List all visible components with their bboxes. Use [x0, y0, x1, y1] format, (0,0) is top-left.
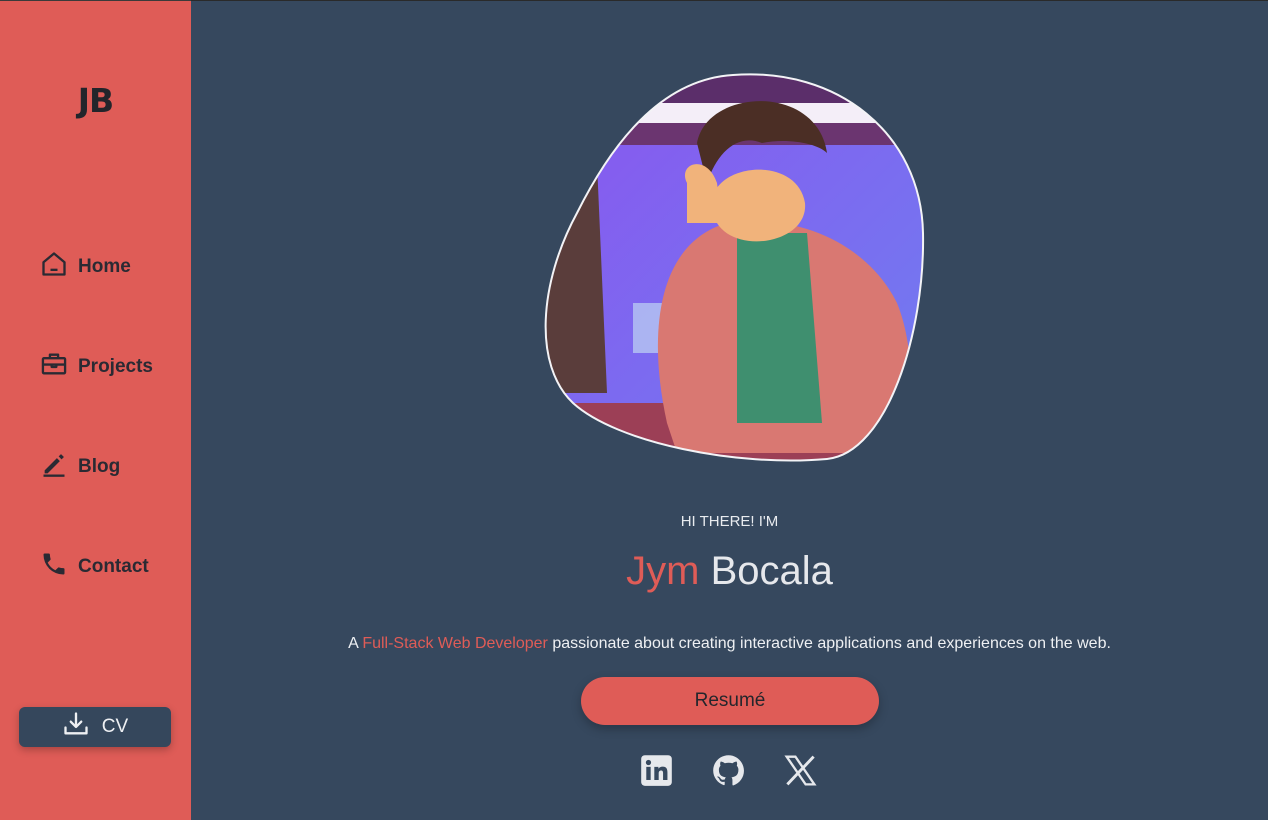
github-icon[interactable] [711, 753, 746, 788]
tagline-suffix: passionate about creating interactive ap… [547, 635, 1111, 652]
phone-icon [40, 550, 78, 584]
cv-label: CV [101, 716, 129, 737]
main-content: HI THERE! I'M Jym Bocala A Full-Stack We… [191, 0, 1268, 820]
download-cv-button[interactable]: CV [19, 707, 171, 747]
last-name: Bocala [710, 549, 833, 593]
sidebar-item-home[interactable]: Home [40, 252, 131, 282]
sidebar-item-contact[interactable]: Contact [40, 552, 149, 582]
briefcase-icon [40, 350, 78, 384]
tagline: A Full-Stack Web Developer passionate ab… [191, 635, 1268, 653]
resume-button[interactable]: Resumé [581, 677, 879, 725]
x-icon[interactable] [783, 753, 818, 788]
sidebar: JB Home Projects Blog Contact CV [0, 0, 191, 820]
download-icon [62, 710, 102, 744]
pencil-icon [40, 450, 78, 484]
sidebar-item-label: Projects [78, 356, 153, 377]
sidebar-item-projects[interactable]: Projects [40, 352, 153, 382]
social-links [639, 753, 818, 788]
first-name: Jym [626, 549, 700, 593]
logo[interactable]: JB [0, 81, 191, 120]
home-icon [40, 250, 78, 284]
tagline-prefix: A [348, 635, 363, 652]
avatar [537, 73, 925, 463]
linkedin-icon[interactable] [639, 753, 674, 788]
sidebar-item-label: Blog [78, 456, 121, 477]
sidebar-item-blog[interactable]: Blog [40, 452, 120, 482]
tagline-highlight: Full-Stack Web Developer [362, 635, 548, 652]
sidebar-item-label: Contact [78, 556, 149, 577]
greeting: HI THERE! I'M [680, 513, 779, 530]
sidebar-item-label: Home [78, 256, 131, 277]
page-title: Jym Bocala [191, 549, 1268, 594]
